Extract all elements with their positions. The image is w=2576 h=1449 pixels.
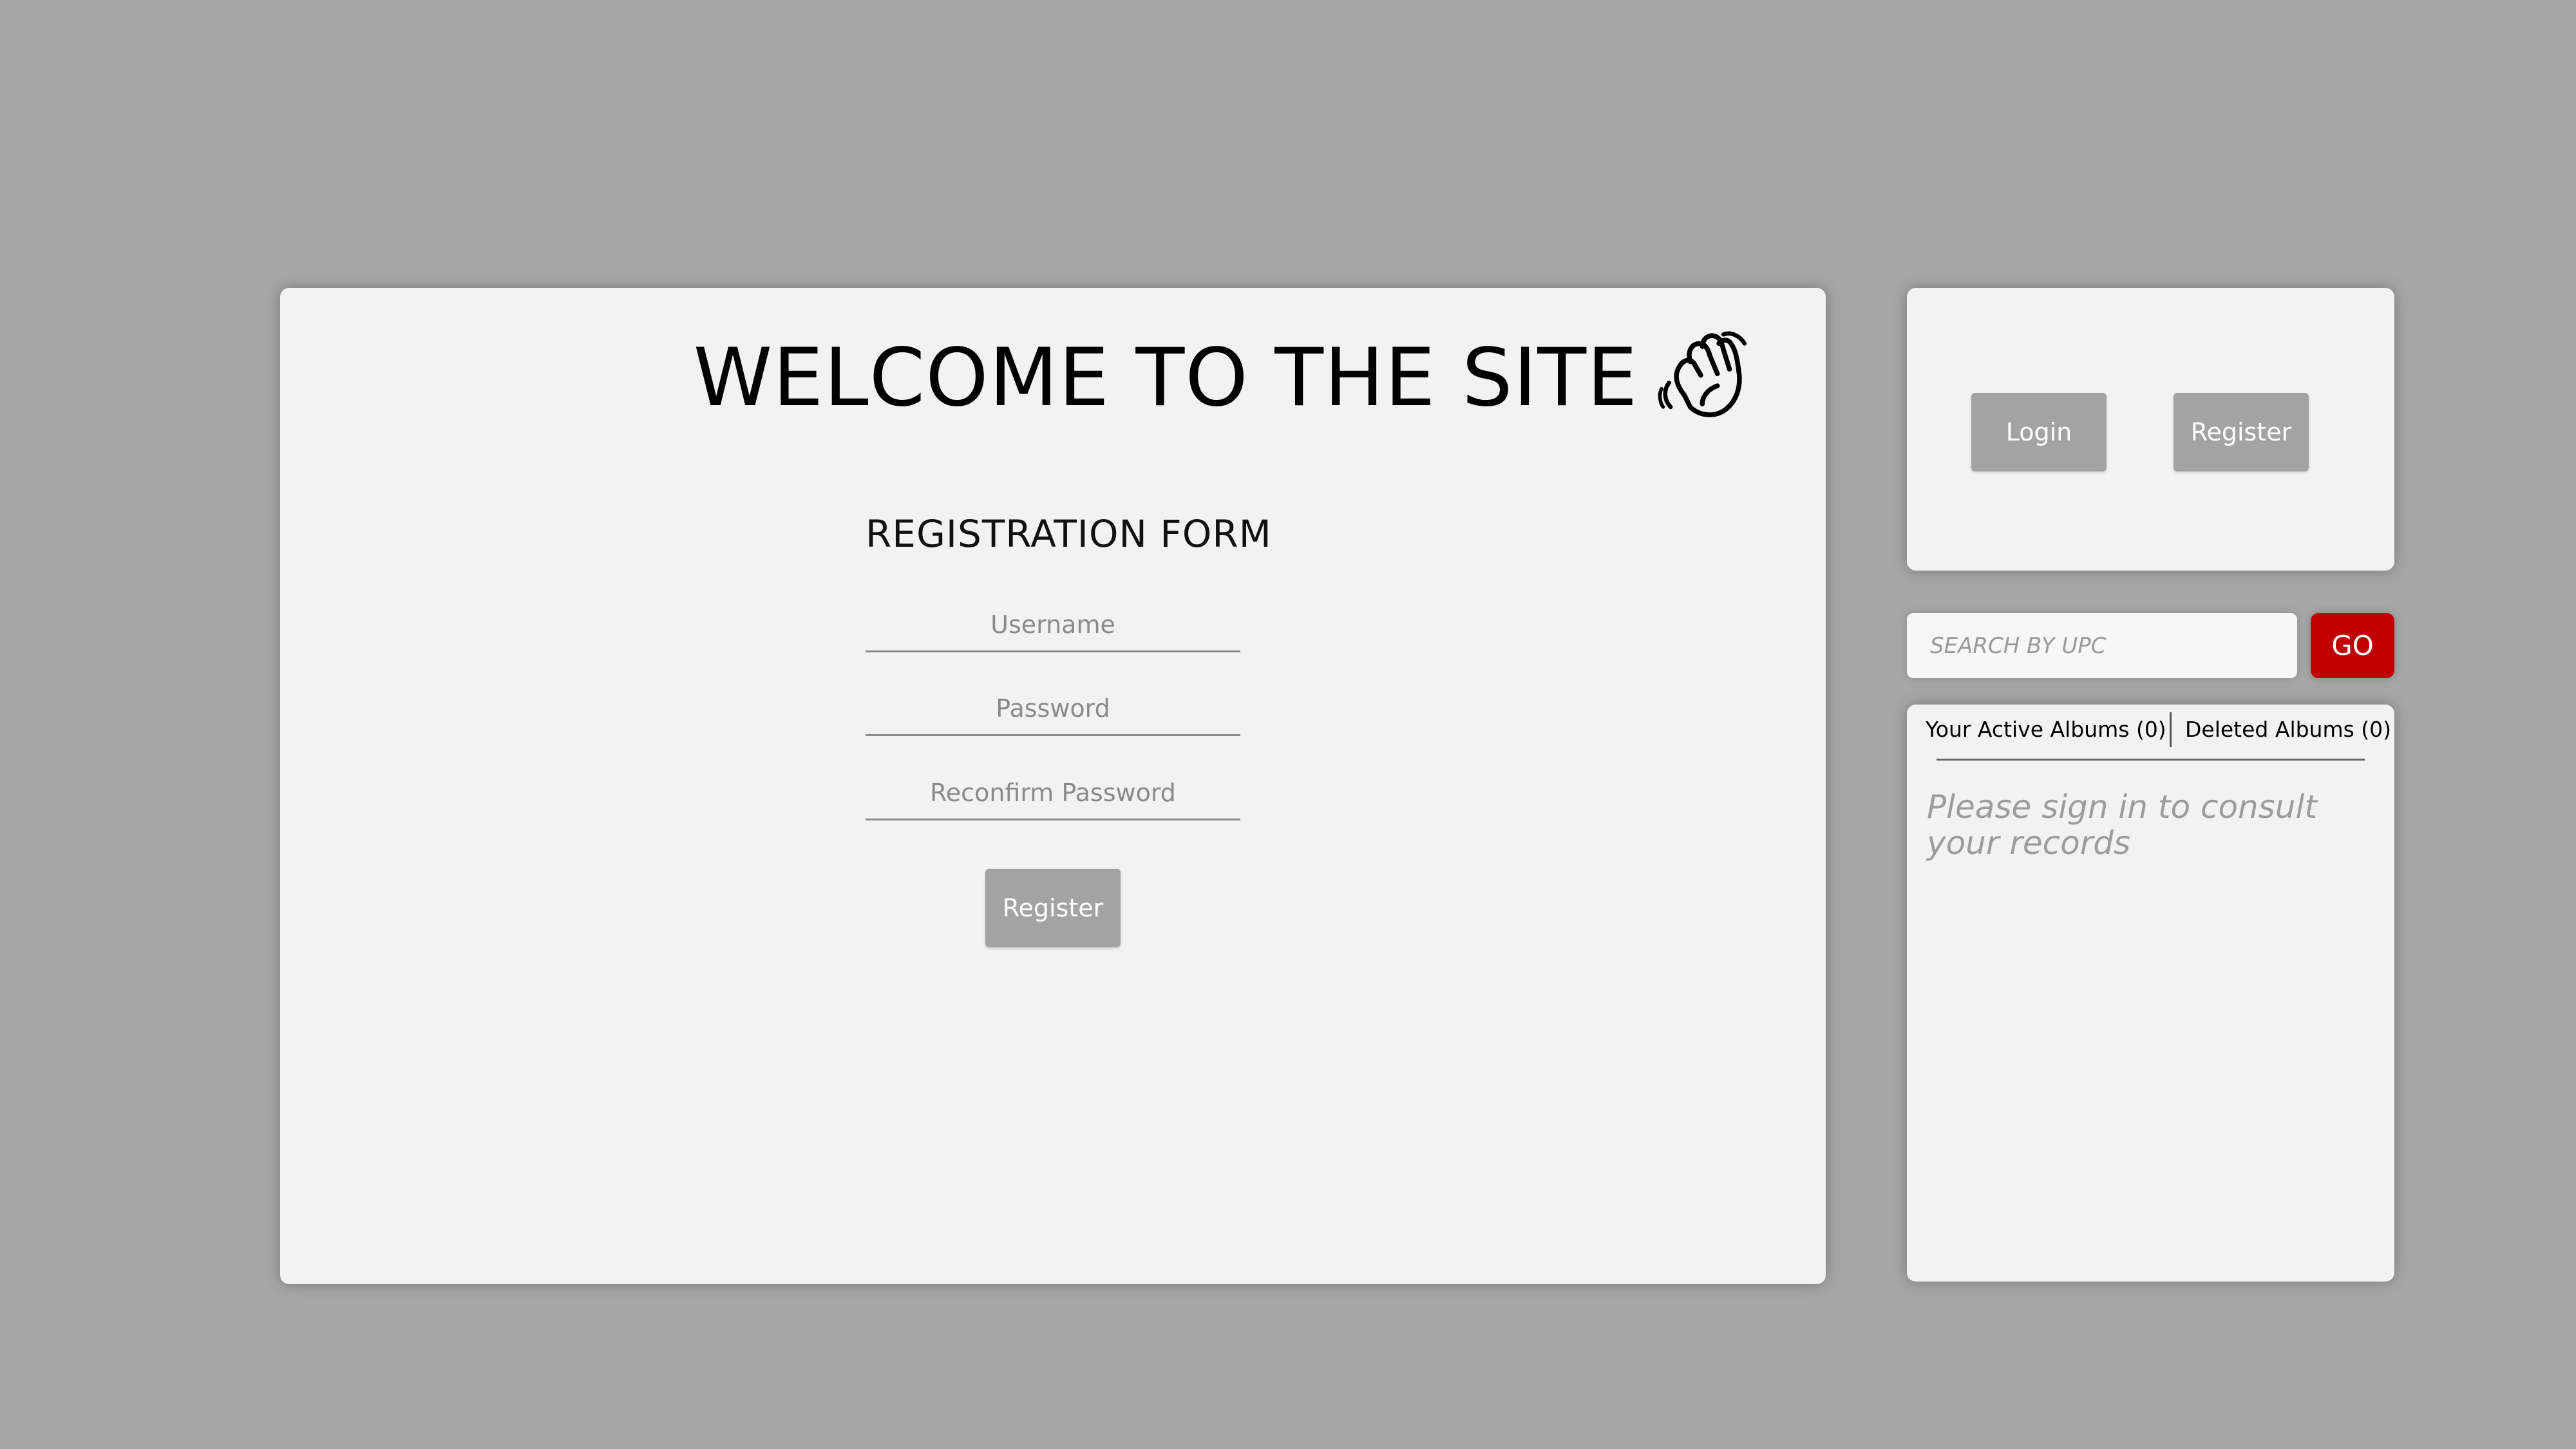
- tab-underline: [1937, 759, 2365, 761]
- tab-active-albums[interactable]: Your Active Albums (0): [1926, 715, 2166, 744]
- tab-deleted-albums[interactable]: Deleted Albums (0): [2185, 715, 2391, 744]
- upc-search-input[interactable]: [1907, 613, 2297, 678]
- reconfirm-password-field[interactable]: [866, 767, 1240, 820]
- waving-hand-icon: [1658, 331, 1747, 417]
- sign-in-message: Please sign in to consult your records: [1927, 788, 2317, 862]
- password-field[interactable]: [866, 683, 1240, 736]
- submit-register-button[interactable]: Register: [985, 869, 1121, 947]
- register-button[interactable]: Register: [2174, 393, 2309, 471]
- welcome-title-text: WELCOME TO THE SITE: [693, 332, 1638, 424]
- login-button[interactable]: Login: [1971, 393, 2107, 471]
- tab-divider: [2170, 712, 2172, 747]
- registration-form-heading: REGISTRATION FORM: [866, 512, 1272, 556]
- go-button[interactable]: GO: [2311, 613, 2394, 678]
- username-field[interactable]: [866, 599, 1240, 652]
